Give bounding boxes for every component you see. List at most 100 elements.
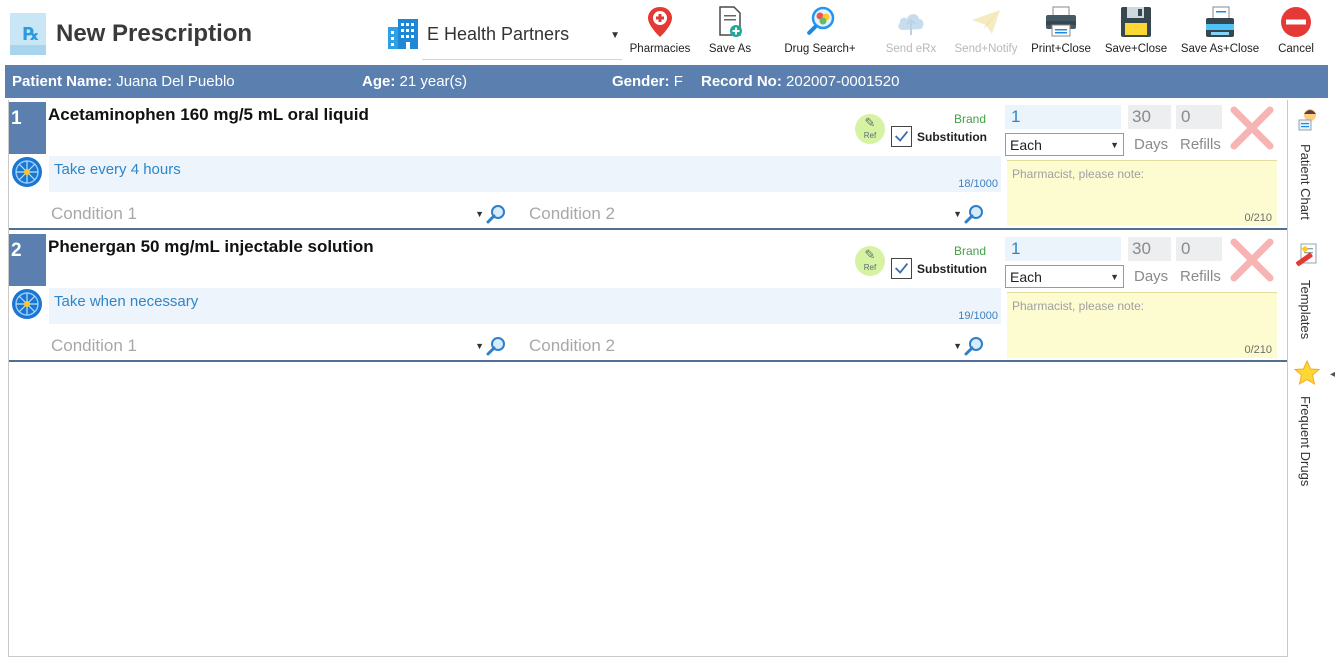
- prescription-number: 2: [9, 234, 46, 286]
- svg-text:℞: ℞: [23, 24, 39, 45]
- days-label: Days: [1134, 136, 1169, 153]
- pharmacist-note-placeholder: Pharmacist, please note:: [1012, 299, 1145, 313]
- patient-info-bar: Patient Name: Juana Del Pueblo Age: 21 y…: [5, 65, 1328, 98]
- organization-select[interactable]: E Health Partners ▼: [422, 18, 622, 60]
- save-as-button[interactable]: Save As: [704, 6, 756, 62]
- reference-label: Ref: [863, 263, 877, 272]
- chevron-down-icon: ▼: [475, 209, 484, 219]
- search-icon[interactable]: [486, 336, 506, 356]
- condition-2-select[interactable]: Condition 2 ▼: [526, 202, 986, 226]
- patient-chart-label: Patient Chart: [1298, 144, 1313, 220]
- templates-icon: [1295, 243, 1317, 267]
- pharmacist-note-placeholder: Pharmacist, please note:: [1012, 167, 1145, 181]
- collapse-arrow-icon[interactable]: ◂: [1330, 369, 1335, 380]
- patient-name: Juana Del Pueblo: [116, 73, 235, 90]
- map-pin-icon: [648, 7, 672, 37]
- search-icon[interactable]: [964, 204, 984, 224]
- chevron-down-icon: ▼: [610, 30, 620, 41]
- quantity-input[interactable]: 1: [1005, 105, 1121, 129]
- pharmacist-note-input[interactable]: Pharmacist, please note: 0/210: [1007, 160, 1277, 226]
- patient-chart-tab[interactable]: Patient Chart: [1290, 106, 1326, 231]
- drug-search-button[interactable]: Drug Search+: [780, 6, 860, 62]
- save-as-close-button[interactable]: Save As+Close: [1178, 6, 1262, 62]
- reference-label: Ref: [863, 131, 877, 140]
- patient-gender-field: Gender: F: [612, 73, 683, 90]
- refills-value: 0: [1181, 107, 1191, 126]
- prescription-logo-icon: ℞: [10, 13, 46, 55]
- reference-button[interactable]: ✎ Ref: [855, 114, 885, 144]
- paperclip-icon: ✎: [864, 115, 876, 130]
- chevron-down-icon: ▼: [953, 341, 962, 351]
- quantity-value: 1: [1011, 239, 1021, 258]
- sig-input[interactable]: Take when necessary 19/1000: [49, 288, 1001, 324]
- globe-network-icon[interactable]: [11, 288, 43, 320]
- sig-char-count: 19/1000: [958, 310, 998, 322]
- condition-1-select[interactable]: Condition 1 ▼: [48, 202, 508, 226]
- paper-plane-icon: [972, 10, 1000, 34]
- save-close-label: Save+Close: [1104, 43, 1168, 55]
- cancel-label: Cancel: [1278, 43, 1314, 55]
- days-input[interactable]: 30: [1128, 105, 1171, 129]
- condition-2-select[interactable]: Condition 2 ▼: [526, 334, 986, 358]
- templates-tab[interactable]: Templates: [1290, 242, 1326, 347]
- substitution-label: Substitution: [917, 130, 987, 144]
- unit-select[interactable]: Each ▼: [1005, 265, 1124, 288]
- patient-record-field: Record No: 202007-0001520: [701, 73, 900, 90]
- brand-label: Brand: [954, 244, 987, 258]
- reference-button[interactable]: ✎ Ref: [855, 246, 885, 276]
- days-value: 30: [1132, 107, 1151, 126]
- paperclip-icon: ✎: [864, 247, 876, 262]
- days-input[interactable]: 30: [1128, 237, 1171, 261]
- organization-name: E Health Partners: [427, 24, 570, 44]
- brand-label: Brand: [954, 112, 987, 126]
- chevron-down-icon: ▼: [1110, 140, 1119, 150]
- print-close-button[interactable]: Print+Close: [1028, 6, 1094, 62]
- quantity-input[interactable]: 1: [1005, 237, 1121, 261]
- chevron-down-icon: ▼: [1110, 272, 1119, 282]
- send-erx-button[interactable]: Send eRx: [884, 6, 938, 62]
- refills-input[interactable]: 0: [1176, 105, 1222, 129]
- days-label: Days: [1134, 268, 1169, 285]
- printer-icon: [1046, 6, 1076, 37]
- frequent-drugs-tab[interactable]: Frequent Drugs: [1290, 360, 1326, 495]
- save-close-button[interactable]: Save+Close: [1102, 6, 1170, 62]
- refills-input[interactable]: 0: [1176, 237, 1222, 261]
- pharmacist-note-input[interactable]: Pharmacist, please note: 0/210: [1007, 292, 1277, 358]
- patient-name-field: Patient Name: Juana Del Pueblo: [12, 73, 235, 90]
- star-icon: [1294, 360, 1320, 386]
- condition-1-select[interactable]: Condition 1 ▼: [48, 334, 508, 358]
- substitution-label: Substitution: [917, 262, 987, 276]
- patient-age: 21 year(s): [399, 73, 468, 90]
- note-char-count: 0/210: [1244, 212, 1272, 224]
- search-icon[interactable]: [486, 204, 506, 224]
- checkmark-icon: [891, 126, 912, 147]
- send-notify-button[interactable]: Send+Notify: [950, 6, 1022, 62]
- condition-1-placeholder: Condition 1: [51, 204, 138, 223]
- checkmark-icon: [891, 258, 912, 279]
- refills-value: 0: [1181, 239, 1191, 258]
- header-toolbar: ℞ New Prescription E Health Partners ▼ P…: [0, 0, 1336, 64]
- building-icon: [388, 19, 418, 49]
- send-notify-label: Send+Notify: [954, 43, 1018, 55]
- cancel-button[interactable]: Cancel: [1274, 6, 1318, 62]
- side-panel: Patient Chart Templates Frequent Drugs: [1290, 100, 1330, 657]
- save-as-label: Save As: [708, 43, 752, 55]
- patient-record-number: 202007-0001520: [786, 73, 900, 90]
- save-as-stack-icon: [1206, 6, 1234, 37]
- chevron-down-icon: ▼: [953, 209, 962, 219]
- sig-char-count: 18/1000: [958, 178, 998, 190]
- delete-icon[interactable]: [1229, 105, 1275, 151]
- pharmacies-label: Pharmacies: [629, 43, 691, 55]
- search-icon[interactable]: [964, 336, 984, 356]
- drug-name: Acetaminophen 160 mg/5 mL oral liquid: [48, 105, 369, 124]
- delete-icon[interactable]: [1229, 237, 1275, 283]
- sig-input[interactable]: Take every 4 hours 18/1000: [49, 156, 1001, 192]
- condition-2-placeholder: Condition 2: [529, 336, 616, 355]
- unit-select[interactable]: Each ▼: [1005, 133, 1124, 156]
- globe-network-icon[interactable]: [11, 156, 43, 188]
- prescription-window: ℞ New Prescription E Health Partners ▼ P…: [0, 0, 1336, 663]
- prescription-list: 1 Acetaminophen 160 mg/5 mL oral liquid …: [8, 100, 1288, 657]
- cancel-icon: [1281, 7, 1311, 37]
- unit-value: Each: [1010, 137, 1042, 153]
- pharmacies-button[interactable]: Pharmacies: [627, 6, 693, 62]
